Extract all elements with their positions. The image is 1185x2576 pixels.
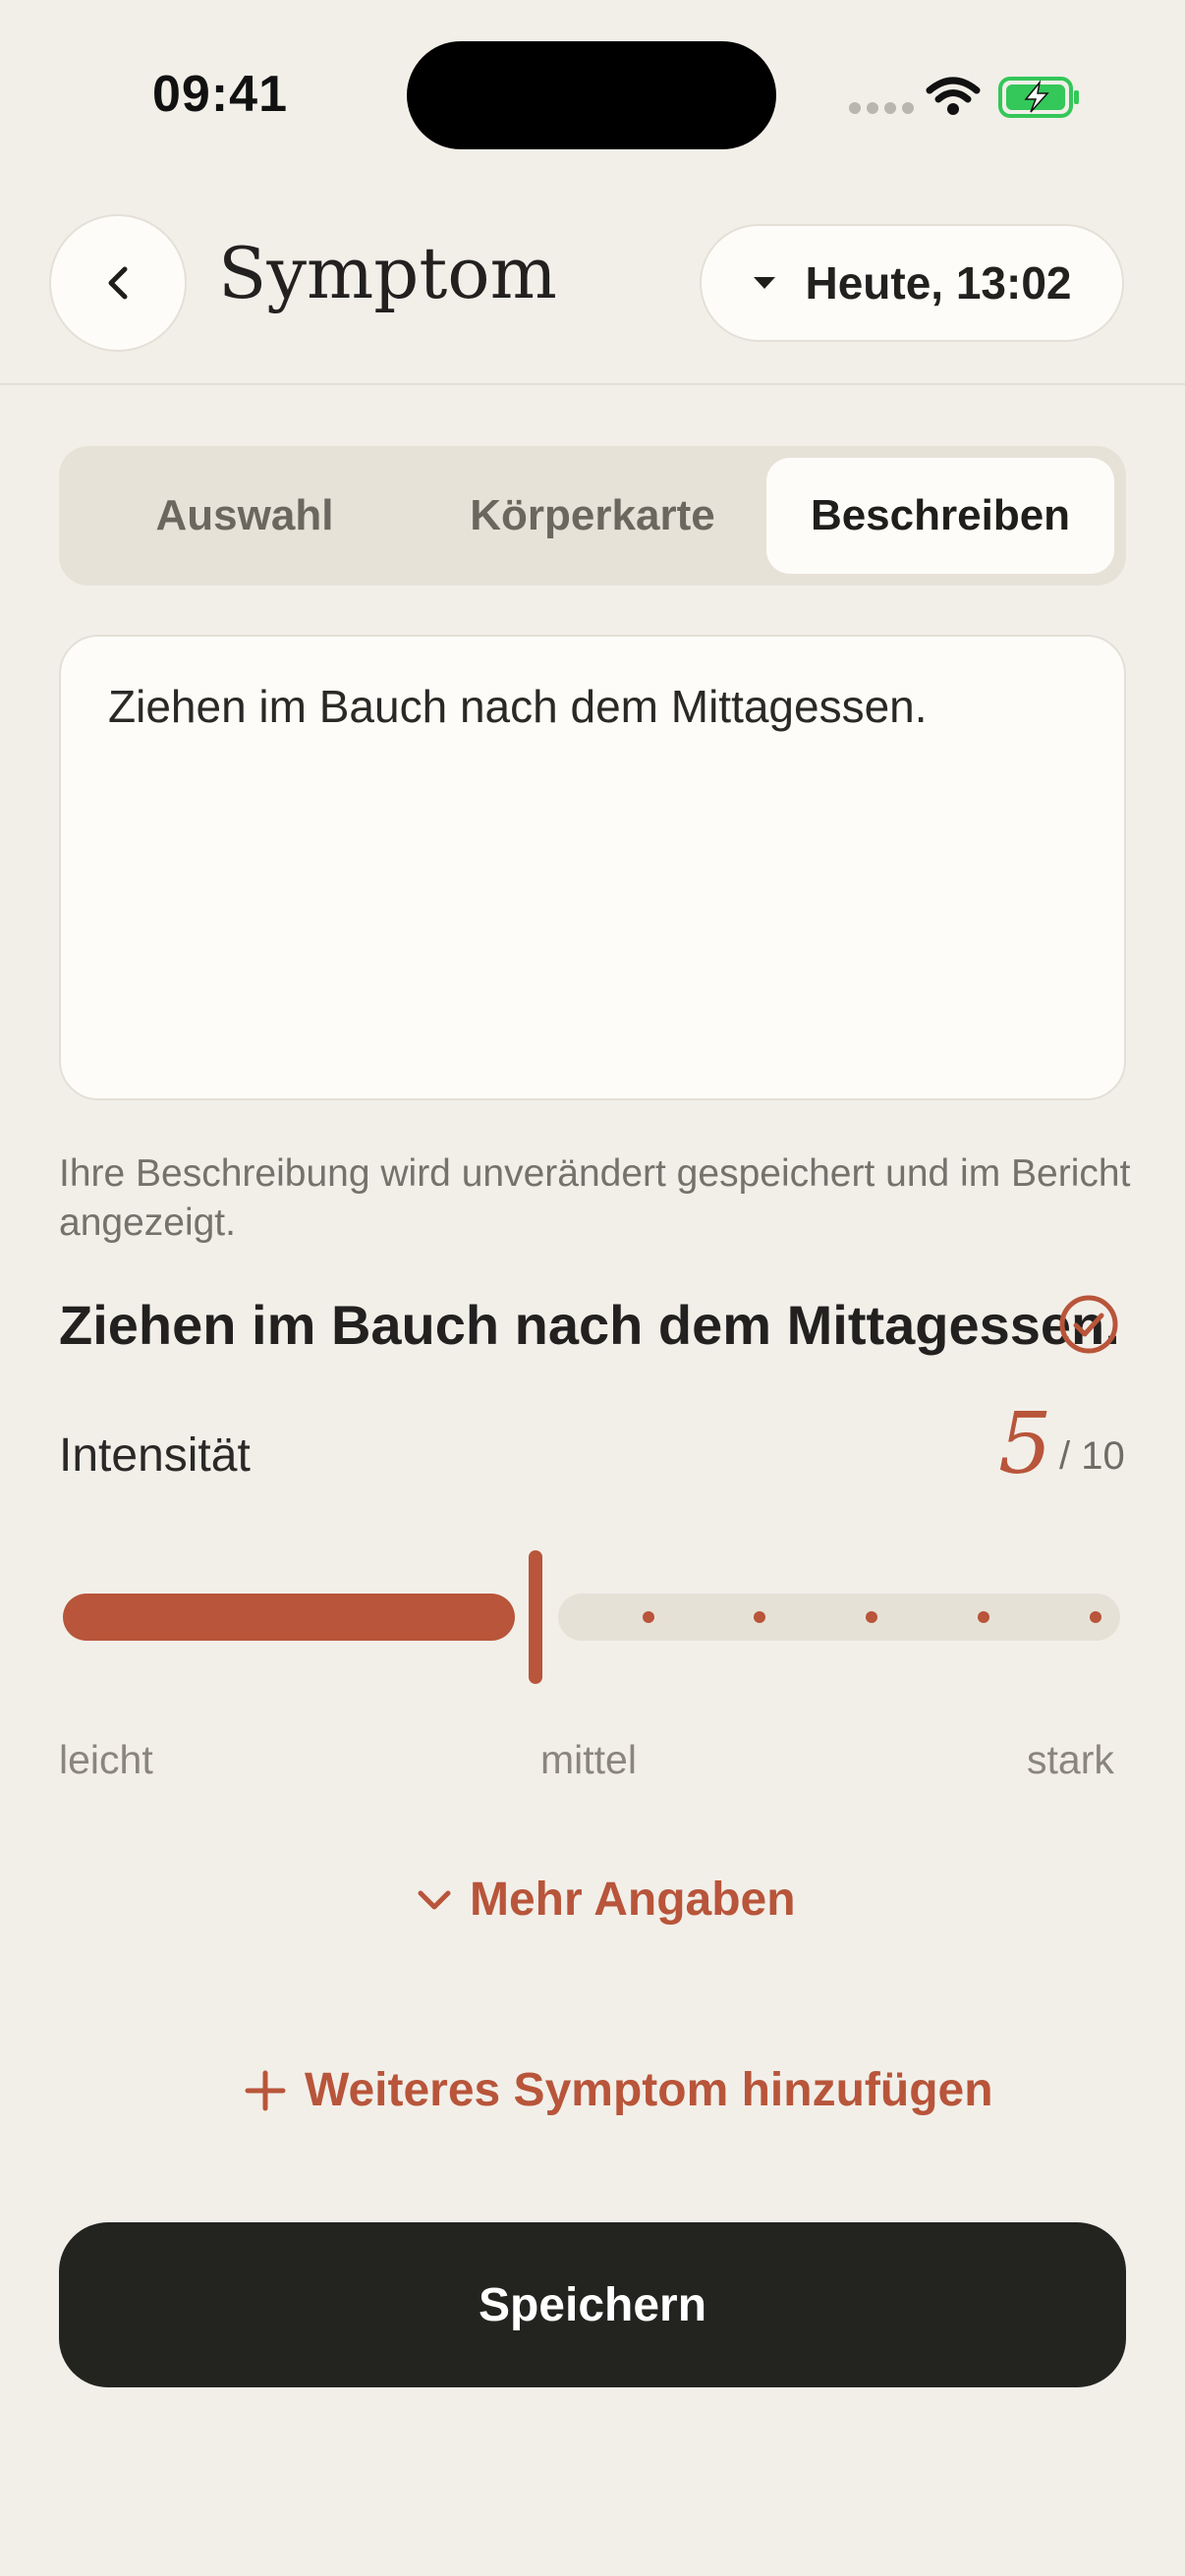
slider-tick [1090,1611,1101,1623]
description-hint: Ihre Beschreibung wird unverändert gespe… [59,1152,1131,1244]
battery-charging-icon [998,77,1079,118]
header-divider [0,383,1185,385]
chevron-left-icon [108,266,128,300]
slider-tick [866,1611,877,1623]
back-button[interactable] [49,214,187,352]
date-selector-button[interactable]: Heute, 13:02 [700,224,1124,342]
tab-beschreiben[interactable]: Beschreiben [766,458,1114,574]
page-title: Symptom [218,232,557,314]
cellular-signal-icon [849,102,914,114]
dynamic-island [407,41,776,149]
symptom-summary: Ziehen im Bauch nach dem Mittagessen. [59,1294,1120,1356]
add-symptom-button[interactable]: Weiteres Symptom hinzufügen [244,2063,993,2117]
intensity-slider-fill[interactable] [63,1594,515,1641]
plus-icon [245,2070,286,2110]
check-circle-icon [1059,1295,1118,1354]
wifi-icon [926,77,981,115]
slider-tick [643,1611,654,1623]
slider-tick [978,1611,989,1623]
slider-tick [754,1611,765,1623]
intensity-max: / 10 [1059,1434,1125,1478]
status-time: 09:41 [152,66,288,123]
description-textarea[interactable]: Ziehen im Bauch nach dem Mittagessen. [59,635,1126,1100]
tab-auswahl[interactable]: Auswahl [71,458,419,574]
save-button[interactable]: Speichern [59,2222,1126,2387]
caret-down-icon [754,277,776,289]
intensity-slider-thumb[interactable] [529,1550,542,1684]
intensity-value: 5 [998,1395,1052,1493]
tab-koerperkarte[interactable]: Körperkarte [419,458,766,574]
chevron-down-icon [418,1890,451,1909]
add-symptom-label: Weiteres Symptom hinzufügen [305,2064,993,2116]
intensity-label: Intensität [59,1429,251,1482]
date-label: Heute, 13:02 [805,257,1072,308]
scale-high-label: stark [1027,1737,1114,1782]
scale-low-label: leicht [59,1737,153,1782]
more-details-label: Mehr Angaben [470,1874,796,1926]
scale-mid-label: mittel [540,1737,637,1782]
input-mode-tabs: Auswahl Körperkarte Beschreiben [59,446,1126,586]
more-details-button[interactable]: Mehr Angaben [417,1873,796,1927]
